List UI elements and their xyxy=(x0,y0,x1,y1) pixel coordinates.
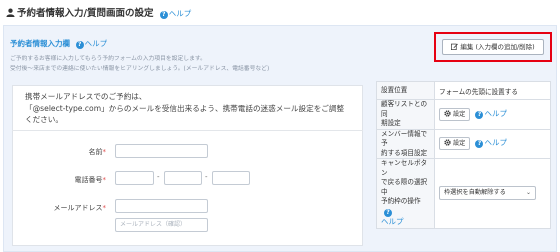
help-circle-icon: ? xyxy=(475,140,484,149)
help-circle-icon: ? xyxy=(75,41,84,49)
section-subtitle-text: 予約者情報入力欄 xyxy=(10,39,70,48)
notice-line-1: 携帯メールアドレスでのご予約は、 xyxy=(25,92,147,101)
cancel-action-select[interactable]: 枠選択を自動解除する ⌄ xyxy=(439,186,536,201)
settings-table: 設置位置 フォームの先頭に設置する 顧客リストとの同 期設定 設定 ? ヘルプ メン… xyxy=(376,81,551,229)
member-help[interactable]: ? ヘルプ xyxy=(472,138,507,149)
page-title-text: 予約者情報入力/質問画面の設定 xyxy=(17,8,154,19)
form-divider xyxy=(12,130,363,131)
email-confirm-input[interactable]: メールアドレス（確認） xyxy=(115,218,208,232)
page-help-label: ヘルプ xyxy=(168,9,192,18)
phone-dash-1: - xyxy=(157,173,160,181)
highlight-box xyxy=(434,32,552,62)
member-label-2: 約する項目設定 xyxy=(381,148,428,157)
table-row: 顧客リストとの同 期設定 設定 ? ヘルプ xyxy=(376,99,551,130)
customer-link-settings-label: 設定 xyxy=(452,110,466,118)
position-value: フォームの先頭に設置する xyxy=(434,81,551,100)
customer-link-label: 顧客リストとの同 期設定 xyxy=(376,99,435,130)
user-icon xyxy=(6,8,15,17)
customer-link-cell: 設定 ? ヘルプ xyxy=(434,99,551,130)
customer-link-label-1: 顧客リストとの同 xyxy=(381,100,428,118)
cancel-label-2: で戻る際の選択中 xyxy=(381,178,428,196)
name-label: 名前* xyxy=(60,147,107,157)
phone-label: 電話番号* xyxy=(50,175,107,185)
table-row: キャンセルボタン で戻る際の選択中 予約枠の操作? ヘルプ 枠選択を自動解除する ⌄ xyxy=(376,158,551,229)
cancel-cell: 枠選択を自動解除する ⌄ xyxy=(434,158,551,229)
email-confirm-placeholder: メールアドレス（確認） xyxy=(120,221,187,228)
required-mark: * xyxy=(102,176,107,184)
customer-link-help-label: ヘルプ xyxy=(484,108,507,118)
page-title: 予約者情報入力/質問画面の設定 ? ヘルプ xyxy=(6,5,191,19)
page-help-link[interactable]: ? ヘルプ xyxy=(157,9,192,19)
section-help-link[interactable]: ? ヘルプ xyxy=(73,39,108,49)
member-label-1: メンバー情報で予 xyxy=(381,129,428,148)
cancel-label-3: 予約枠の操作 xyxy=(381,197,421,205)
customer-link-settings-button[interactable]: 設定 xyxy=(439,107,471,121)
phone-input-2[interactable] xyxy=(164,171,202,185)
customer-link-label-2: 期設定 xyxy=(381,119,401,127)
name-label-text: 名前 xyxy=(88,148,103,156)
cancel-help-label: ヘルプ xyxy=(381,217,404,226)
member-settings-button[interactable]: 設定 xyxy=(439,137,471,151)
cancel-help[interactable]: ? ヘルプ xyxy=(381,207,404,226)
section-description-1: ご予約するお客様に入力してもらう予約フォームの入力項目を設定します。 xyxy=(10,56,206,62)
notice-line-3: ください。 xyxy=(25,115,63,124)
section-description-2: 受付後〜来店までの連絡に使いたい情報をヒアリングしましょう。(メールアドレス、電… xyxy=(10,66,270,72)
email-label: メールアドレス* xyxy=(34,203,107,213)
help-circle-icon: ? xyxy=(159,11,168,19)
notice-line-2: 「@select-type.com」からのメールを受信出来るよう、携帯電話の迷惑… xyxy=(25,103,345,113)
member-cell: 設定 ? ヘルプ xyxy=(434,128,551,159)
email-input[interactable] xyxy=(115,199,208,213)
name-input[interactable] xyxy=(115,144,208,158)
required-mark: * xyxy=(102,204,107,212)
member-settings-label: 設定 xyxy=(452,140,466,148)
phone-input-1[interactable] xyxy=(115,171,154,185)
cancel-label-1: キャンセルボタン xyxy=(381,159,428,177)
cancel-select-value: 枠選択を自動解除する xyxy=(444,189,506,197)
member-label: メンバー情報で予 約する項目設定 xyxy=(376,128,435,159)
customer-link-help[interactable]: ? ヘルプ xyxy=(472,108,507,119)
phone-input-3[interactable] xyxy=(212,171,250,185)
gear-icon xyxy=(444,139,451,146)
member-help-label: ヘルプ xyxy=(484,138,507,148)
mobile-mail-notice: 携帯メールアドレスでのご予約は、 「@select-type.com」からのメー… xyxy=(25,91,355,126)
gear-icon xyxy=(444,110,451,117)
section-help-label: ヘルプ xyxy=(84,39,108,48)
help-circle-icon: ? xyxy=(384,208,392,217)
help-circle-icon: ? xyxy=(475,110,484,119)
phone-dash-2: - xyxy=(205,173,208,181)
cancel-label: キャンセルボタン で戻る際の選択中 予約枠の操作? ヘルプ xyxy=(376,158,435,229)
position-label: 設置位置 xyxy=(376,81,435,100)
table-row: メンバー情報で予 約する項目設定 設定 ? ヘルプ xyxy=(376,128,551,159)
chevron-down-icon: ⌄ xyxy=(525,189,531,197)
phone-label-text: 電話番号 xyxy=(74,176,103,184)
page: 予約者情報入力/質問画面の設定 ? ヘルプ 予約者情報入力欄 ? ヘルプ ご予約する… xyxy=(0,0,560,252)
table-row: 設置位置 フォームの先頭に設置する xyxy=(376,81,551,100)
required-mark: * xyxy=(102,148,107,156)
section-subtitle: 予約者情報入力欄 ? ヘルプ xyxy=(10,38,107,49)
email-label-text: メールアドレス xyxy=(53,204,103,212)
